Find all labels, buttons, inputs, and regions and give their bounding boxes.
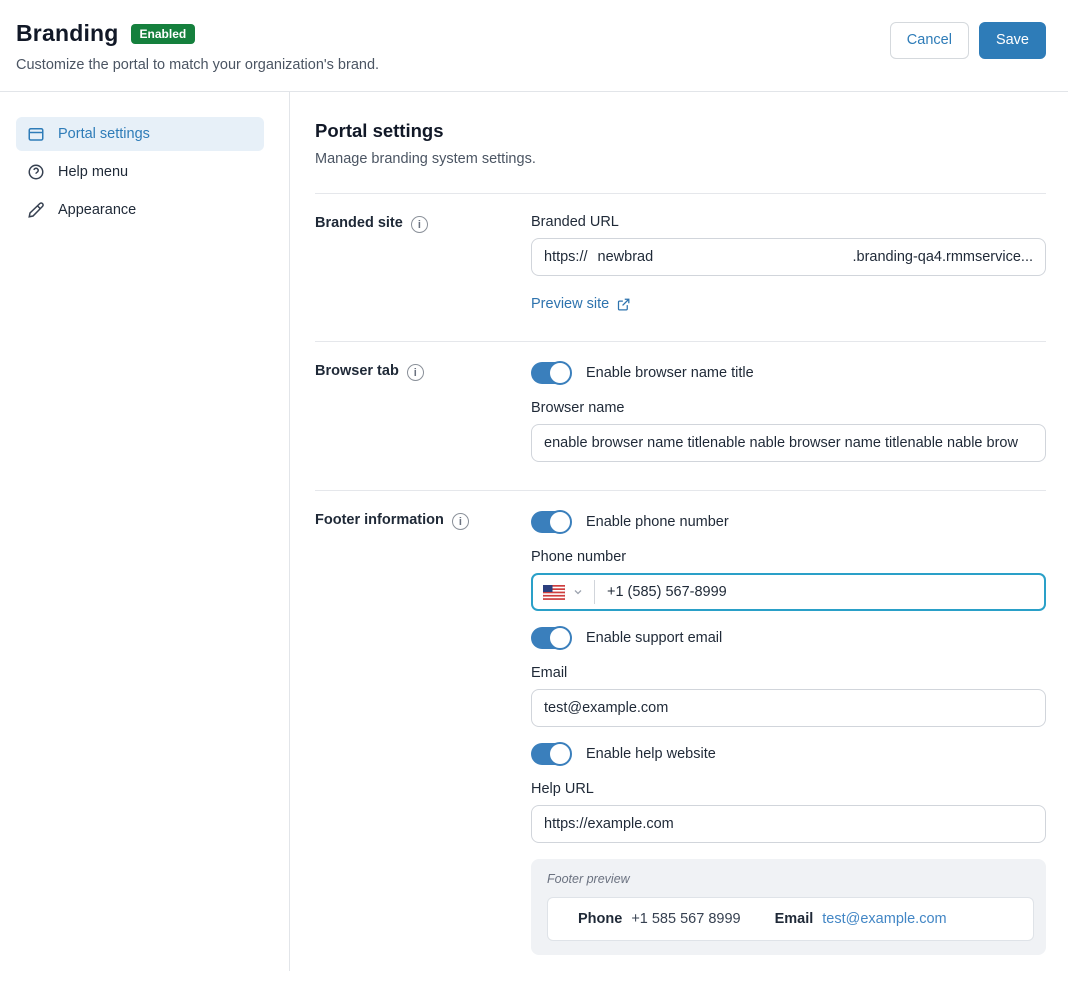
email-label: Email [531, 665, 1046, 681]
toggle-knob [548, 361, 572, 385]
help-circle-icon [26, 163, 46, 181]
footer-preview-title: Footer preview [547, 872, 1034, 886]
page-header: Branding Enabled Customize the portal to… [0, 0, 1068, 92]
sidebar-item-label: Portal settings [58, 126, 150, 142]
help-website-toggle[interactable] [531, 743, 571, 765]
section-browser-tab: Browser tab i Enable browser name title … [315, 341, 1046, 490]
phone-number-input[interactable]: +1 (585) 567-8999 [531, 573, 1046, 611]
support-email-toggle[interactable] [531, 627, 571, 649]
sidebar-item-portal-settings[interactable]: Portal settings [16, 117, 264, 151]
save-button[interactable]: Save [979, 22, 1046, 59]
help-toggle-label: Enable help website [586, 746, 716, 762]
main-panel: Portal settings Manage branding system s… [290, 92, 1068, 971]
branded-url-input[interactable]: https:// .branding-qa4.rmmservice... [531, 238, 1046, 276]
toggle-knob [548, 742, 572, 766]
section-label-browser-tab: Browser tab [315, 363, 399, 379]
status-badge: Enabled [131, 24, 196, 44]
section-label-footer-information: Footer information [315, 512, 444, 528]
branded-url-value-field[interactable] [598, 249, 853, 265]
phone-number-label: Phone number [531, 549, 1046, 565]
email-input[interactable] [531, 689, 1046, 727]
sidebar-item-help-menu[interactable]: Help menu [16, 155, 264, 189]
url-suffix: .branding-qa4.rmmservice... [852, 249, 1033, 265]
help-url-input[interactable] [531, 805, 1046, 843]
chevron-down-icon [572, 586, 584, 598]
preview-email-link[interactable]: test@example.com [822, 911, 946, 927]
external-link-icon [616, 297, 631, 312]
branded-url-label: Branded URL [531, 214, 1046, 230]
section-branded-site: Branded site i Branded URL https:// .bra… [315, 193, 1046, 341]
footer-preview-card: Phone +1 585 567 8999 Email test@example… [547, 897, 1034, 941]
phone-number-toggle[interactable] [531, 511, 571, 533]
help-url-label: Help URL [531, 781, 1046, 797]
toggle-knob [548, 626, 572, 650]
info-icon[interactable]: i [452, 513, 469, 530]
info-icon[interactable]: i [407, 364, 424, 381]
sidebar-item-appearance[interactable]: Appearance [16, 193, 264, 227]
preview-site-label: Preview site [531, 296, 609, 312]
sidebar-item-label: Help menu [58, 164, 128, 180]
main-subtitle: Manage branding system settings. [315, 151, 1046, 167]
page-title: Branding [16, 20, 119, 47]
info-icon[interactable]: i [411, 216, 428, 233]
page-subtitle: Customize the portal to match your organ… [16, 57, 379, 73]
section-label-branded-site: Branded site [315, 215, 403, 231]
pen-icon [26, 201, 46, 219]
phone-value: +1 (585) 567-8999 [607, 584, 727, 600]
browser-name-input[interactable] [531, 424, 1046, 462]
main-title: Portal settings [315, 120, 1046, 142]
browser-window-icon [26, 125, 46, 143]
toggle-knob [548, 510, 572, 534]
country-selector[interactable] [543, 585, 594, 600]
preview-site-link[interactable]: Preview site [531, 296, 631, 312]
preview-email-label: Email [775, 911, 814, 927]
url-prefix: https:// [544, 249, 588, 265]
browser-name-toggle-label: Enable browser name title [586, 365, 754, 381]
cancel-button[interactable]: Cancel [890, 22, 969, 59]
section-footer-information: Footer information i Enable phone number… [315, 490, 1046, 983]
preview-phone-label: Phone [578, 911, 622, 927]
sidebar-item-label: Appearance [58, 202, 136, 218]
browser-name-label: Browser name [531, 400, 1046, 416]
footer-preview: Footer preview Phone +1 585 567 8999 Ema… [531, 859, 1046, 955]
preview-phone-value: +1 585 567 8999 [631, 911, 740, 927]
divider [594, 580, 595, 604]
phone-toggle-label: Enable phone number [586, 514, 729, 530]
sidebar: Portal settings Help menu Appearance [0, 92, 290, 971]
us-flag-icon [543, 585, 565, 600]
browser-name-toggle[interactable] [531, 362, 571, 384]
email-toggle-label: Enable support email [586, 630, 722, 646]
